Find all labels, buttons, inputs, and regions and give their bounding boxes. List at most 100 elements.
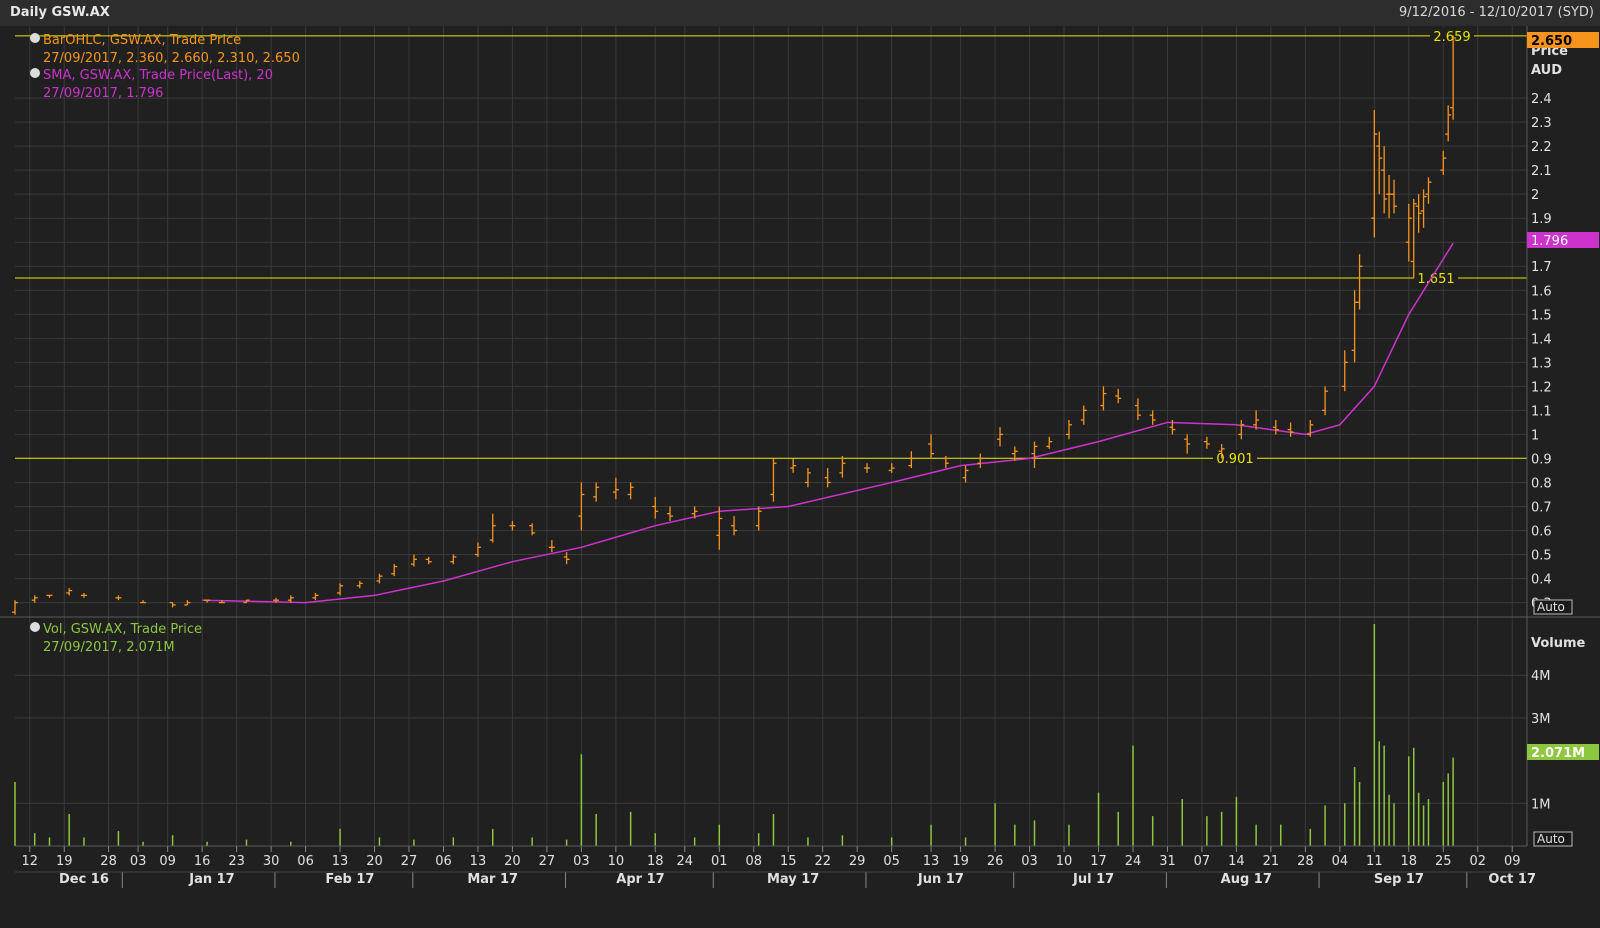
x-tick-label: 08 (745, 854, 762, 869)
x-tick-label: 27 (539, 854, 556, 869)
price-tick-label: 1.6 (1531, 284, 1552, 299)
price-tick-label: 0.6 (1531, 525, 1552, 540)
x-tick-label: 03 (130, 854, 147, 869)
x-month-label: May 17 (767, 872, 819, 887)
x-tick-label: 26 (987, 854, 1004, 869)
price-tick-label: 0.9 (1531, 452, 1552, 467)
price-tick-label: 1.9 (1531, 212, 1552, 227)
x-tick-label: 11 (1366, 854, 1383, 869)
price-tick-label: 1.3 (1531, 356, 1552, 371)
x-month-label: Jul 17 (1072, 872, 1114, 887)
x-tick-label: 19 (952, 854, 969, 869)
x-month-label: Apr 17 (616, 872, 664, 887)
volume-auto-label: Auto (1537, 832, 1565, 846)
x-tick-label: 18 (647, 854, 664, 869)
x-tick-label: 13 (923, 854, 940, 869)
x-tick-label: 10 (1056, 854, 1073, 869)
price-tick-label: 1 (1531, 428, 1539, 443)
x-tick-label: 24 (1125, 854, 1142, 869)
x-tick-label: 14 (1228, 854, 1245, 869)
price-axis-unit: AUD (1531, 63, 1562, 78)
x-tick-label: 21 (1263, 854, 1280, 869)
price-tick-label: 1.2 (1531, 380, 1552, 395)
x-tick-label: 09 (159, 854, 176, 869)
sma-value-tag-text: 1.796 (1531, 234, 1568, 249)
price-tick-label: 2.2 (1531, 140, 1552, 155)
x-tick-label: 19 (56, 854, 73, 869)
x-tick-label: 12 (22, 854, 39, 869)
price-tick-label: 1.4 (1531, 332, 1552, 347)
price-auto-label: Auto (1537, 600, 1565, 614)
x-month-label: Sep 17 (1374, 872, 1424, 887)
x-tick-label: 16 (194, 854, 211, 869)
legend-bar-values: 27/09/2017, 2.360, 2.660, 2.310, 2.650 (43, 51, 300, 66)
legend-vol-toggle-icon[interactable] (30, 622, 40, 632)
volume-value-tag-text: 2.071M (1531, 746, 1585, 761)
x-tick-label: 20 (504, 854, 521, 869)
chart-title: Daily GSW.AX (10, 5, 110, 20)
x-tick-label: 13 (332, 854, 349, 869)
chart-header: Daily GSW.AX 9/12/2016 - 12/10/2017 (SYD… (0, 0, 1600, 27)
x-tick-label: 15 (780, 854, 797, 869)
price-tick-label: 0.7 (1531, 500, 1552, 515)
x-tick-label: 24 (677, 854, 694, 869)
x-tick-label: 09 (1504, 854, 1521, 869)
x-month-label: Dec 16 (59, 872, 109, 887)
legend-sma-title: SMA, GSW.AX, Trade Price(Last), 20 (43, 68, 273, 83)
price-tick-label: 2.4 (1531, 92, 1552, 107)
x-month-label: Feb 17 (325, 872, 374, 887)
legend-sma-values: 27/09/2017, 1.796 (43, 86, 163, 101)
chart-canvas[interactable]: 2.6591.6510.901 12 19 28 03 09 16 23 30 06 13 20 27… (0, 26, 1600, 928)
x-tick-label: 30 (263, 854, 280, 869)
volume-auto-button[interactable]: Auto (1533, 831, 1573, 847)
price-tick-label: 0.5 (1531, 549, 1552, 564)
x-tick-label: 03 (573, 854, 590, 869)
x-month-label: Aug 17 (1221, 872, 1272, 887)
x-tick-label: 29 (849, 854, 866, 869)
date-range: 9/12/2016 - 12/10/2017 (SYD) (1398, 5, 1594, 20)
price-tick-label: 0.4 (1531, 573, 1552, 588)
chart-window: Daily GSW.AX 9/12/2016 - 12/10/2017 (SYD… (0, 0, 1600, 928)
volume-tick-label: 4M (1531, 669, 1551, 684)
x-tick-label: 28 (100, 854, 117, 869)
x-month-label: Jan 17 (188, 872, 234, 887)
x-month-label: Jun 17 (917, 872, 964, 887)
x-month-label: Oct 17 (1488, 872, 1536, 887)
price-tick-label: 1.1 (1531, 404, 1552, 419)
x-tick-label: 22 (814, 854, 831, 869)
x-tick-label: 10 (608, 854, 625, 869)
legend-vol-title: Vol, GSW.AX, Trade Price (43, 622, 202, 637)
x-tick-label: 07 (1194, 854, 1211, 869)
x-tick-label: 02 (1469, 854, 1486, 869)
legend-bar-toggle-icon[interactable] (30, 33, 40, 43)
support-line-label: 2.659 (1433, 30, 1470, 45)
x-tick-label: 31 (1159, 854, 1176, 869)
x-tick-label: 05 (883, 854, 900, 869)
x-tick-label: 06 (297, 854, 314, 869)
volume-tick-label: 3M (1531, 712, 1551, 727)
x-tick-label: 28 (1297, 854, 1314, 869)
volume-axis-title: Volume (1531, 636, 1586, 651)
price-tick-label: 0.8 (1531, 476, 1552, 491)
x-tick-label: 18 (1401, 854, 1418, 869)
x-tick-label: 06 (435, 854, 452, 869)
price-auto-button[interactable]: Auto (1533, 599, 1573, 615)
volume-tick-label: 1M (1531, 797, 1551, 812)
support-line-label: 1.651 (1417, 272, 1454, 287)
x-tick-label: 23 (228, 854, 245, 869)
x-tick-label: 13 (470, 854, 487, 869)
legend-vol-values: 27/09/2017, 2.071M (43, 640, 175, 655)
x-month-label: Mar 17 (467, 872, 518, 887)
price-tick-label: 2.1 (1531, 164, 1552, 179)
x-tick-label: 17 (1090, 854, 1107, 869)
price-tick-label: 1.5 (1531, 308, 1552, 323)
legend-sma-toggle-icon[interactable] (30, 68, 40, 78)
x-tick-label: 25 (1435, 854, 1452, 869)
price-tick-label: 2.3 (1531, 116, 1552, 131)
legend-bar-title: BarOHLC, GSW.AX, Trade Price (43, 33, 241, 48)
x-tick-label: 01 (711, 854, 728, 869)
x-tick-label: 03 (1021, 854, 1038, 869)
x-tick-label: 20 (366, 854, 383, 869)
x-tick-label: 27 (401, 854, 418, 869)
price-tick-label: 2 (1531, 188, 1539, 203)
